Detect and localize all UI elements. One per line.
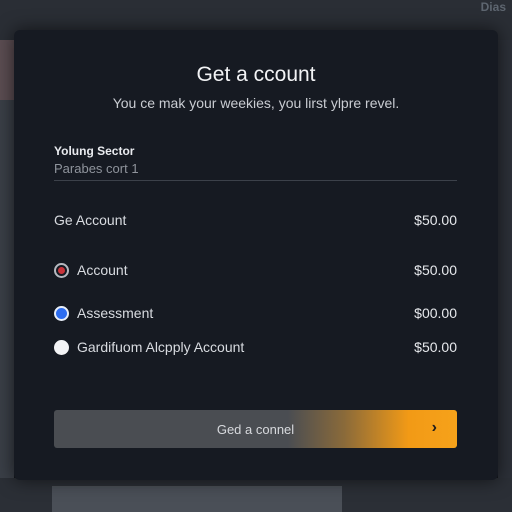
backdrop-left (0, 40, 14, 512)
option-label: Assessment (77, 305, 154, 321)
backdrop-corner-text: Dias (480, 0, 506, 14)
get-account-button[interactable]: Ged a connel › (54, 410, 457, 448)
dialog-title: Get a ccount (196, 63, 316, 86)
option-radio[interactable] (54, 339, 69, 355)
option-label: Ge Account (54, 212, 127, 228)
option-price: $50.00 (414, 262, 457, 278)
sector-field-label: Yolung Sector (54, 144, 135, 158)
chevron-right-icon: › (431, 419, 437, 436)
backdrop-right (498, 40, 512, 512)
option-price: $00.00 (414, 305, 457, 321)
dialog-subtitle: You ce mak your weekies, you lirst ylpre… (112, 95, 400, 111)
option-price: $50.00 (414, 212, 457, 228)
option-label: Account (77, 262, 128, 278)
option-row[interactable]: Gardifuom Alcpply Account $50.00 (54, 337, 457, 357)
sector-field-input[interactable]: Parabes cort 1 (54, 161, 457, 181)
option-price: $50.00 (414, 339, 457, 355)
option-label: Gardifuom Alcpply Account (77, 339, 245, 355)
option-radio-selected[interactable] (54, 305, 69, 321)
account-dialog: Get a ccount You ce mak your weekies, yo… (14, 30, 498, 480)
backdrop-left-accent (0, 40, 14, 100)
get-account-button-label: Ged a connel (216, 421, 295, 437)
option-row[interactable]: Ge Account $50.00 (54, 210, 457, 230)
backdrop-bottom-panel (52, 486, 342, 512)
option-radio-checked[interactable] (54, 262, 69, 278)
option-row[interactable]: Account $50.00 (54, 260, 457, 280)
option-row[interactable]: Assessment $00.00 (54, 303, 457, 323)
